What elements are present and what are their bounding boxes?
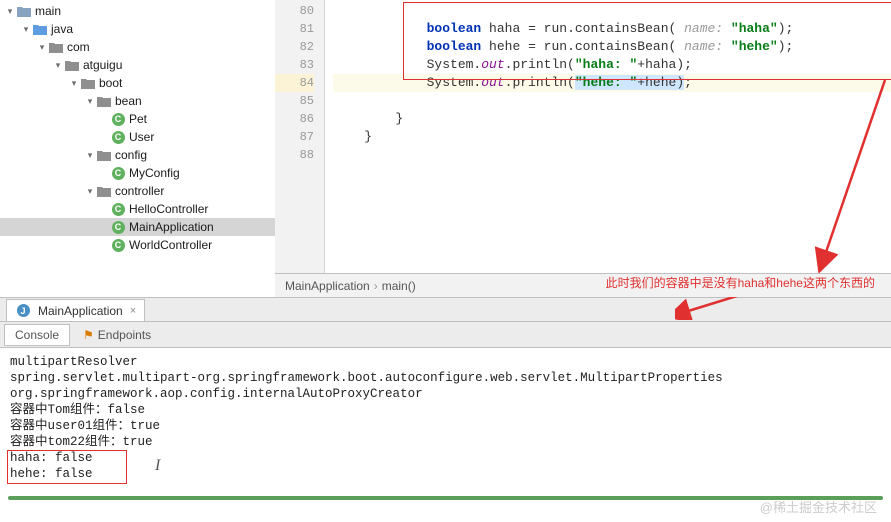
chevron-down-icon: ▾ (36, 42, 48, 53)
folder-icon (64, 58, 80, 72)
tree-atguigu[interactable]: ▾ atguigu (0, 56, 275, 74)
console-line: org.springframework.aop.config.internalA… (10, 386, 881, 402)
tree-label: WorldController (129, 238, 212, 252)
chevron-down-icon: ▾ (20, 24, 32, 35)
console-output[interactable]: multipartResolver spring.servlet.multipa… (0, 348, 891, 493)
class-icon: C (110, 238, 126, 252)
tree-user[interactable]: CUser (0, 128, 275, 146)
tree-label: config (115, 148, 147, 162)
chevron-down-icon: ▾ (4, 6, 16, 17)
tree-controller[interactable]: ▾ controller (0, 182, 275, 200)
line-num: 87 (275, 128, 314, 146)
class-icon: C (110, 166, 126, 180)
breadcrumb[interactable]: MainApplication › main() 此时我们的容器中是没有haha… (275, 273, 891, 297)
class-icon: C (110, 112, 126, 126)
code-line: } (333, 128, 891, 146)
annotation-text: 此时我们的容器中是没有haha和hehe这两个东西的 (606, 274, 875, 291)
tree-label: bean (115, 94, 142, 108)
status-bar (8, 496, 883, 500)
line-num: 81 (275, 20, 314, 38)
tree-label: controller (115, 184, 164, 198)
console-line: hehe: false (10, 466, 881, 482)
folder-icon (80, 76, 96, 90)
code-editor[interactable]: 80 81 82 83 84 85 86 87 88 boolean haha … (275, 0, 891, 297)
tab-mainapplication[interactable]: J MainApplication × (6, 299, 145, 321)
class-icon: J (15, 304, 31, 318)
chevron-down-icon: ▾ (68, 78, 80, 89)
chevron-down-icon: ▾ (84, 186, 96, 197)
tree-com[interactable]: ▾ com (0, 38, 275, 56)
tree-label: Pet (129, 112, 147, 126)
tree-label: MyConfig (129, 166, 180, 180)
folder-icon (96, 94, 112, 108)
chevron-down-icon: ▾ (84, 150, 96, 161)
code-line: } (333, 110, 891, 128)
project-tree[interactable]: ▾main ▾java ▾com ▾atguigu ▾boot ▾bean CP… (0, 0, 275, 297)
watermark: @稀土掘金技术社区 (760, 497, 877, 516)
folder-icon (48, 40, 64, 54)
code-line: System.out.println("haha: "+haha); (333, 56, 891, 74)
class-icon: C (110, 220, 126, 234)
folder-icon (32, 22, 48, 36)
tree-label: com (67, 40, 90, 54)
tab-label: Endpoints (98, 328, 151, 342)
tool-tabs[interactable]: Console ⚑ Endpoints (0, 322, 891, 348)
tree-label: java (51, 22, 73, 36)
console-line: multipartResolver (10, 354, 881, 370)
tree-config[interactable]: ▾ config (0, 146, 275, 164)
console-line: spring.servlet.multipart-org.springframe… (10, 370, 881, 386)
tree-worldctrl[interactable]: CWorldController (0, 236, 275, 254)
tree-java[interactable]: ▾ java (0, 20, 275, 38)
chevron-down-icon: ▾ (84, 96, 96, 107)
code-line: boolean hehe = run.containsBean( name: "… (333, 38, 891, 56)
tab-label: MainApplication (38, 304, 123, 318)
folder-icon (96, 148, 112, 162)
tree-myconfig[interactable]: CMyConfig (0, 164, 275, 182)
tree-helloctrl[interactable]: CHelloController (0, 200, 275, 218)
tree-label: MainApplication (129, 220, 214, 234)
line-num: 85 (275, 92, 314, 110)
chevron-down-icon: ▾ (52, 60, 64, 71)
console-line: 容器中user01组件：true (10, 418, 881, 434)
tree-label: boot (99, 76, 122, 90)
tree-label: atguigu (83, 58, 122, 72)
editor-tabs[interactable]: J MainApplication × (0, 298, 891, 322)
tree-label: main (35, 4, 61, 18)
tree-label: User (129, 130, 154, 144)
line-num: 88 (275, 146, 314, 164)
folder-icon (16, 4, 32, 18)
chevron-right-icon: › (374, 279, 378, 293)
tab-label: Console (15, 328, 59, 342)
tree-mainapp-selected[interactable]: CMainApplication (0, 218, 275, 236)
line-num: 80 (275, 2, 314, 20)
console-line: 容器中tom22组件：true (10, 434, 881, 450)
line-gutter: 80 81 82 83 84 85 86 87 88 (275, 0, 325, 297)
tab-console[interactable]: Console (4, 324, 70, 346)
text-cursor-icon: I (155, 458, 160, 474)
breadcrumb-item[interactable]: MainApplication (285, 279, 370, 293)
tree-main[interactable]: ▾ main (0, 2, 275, 20)
console-line: 容器中Tom组件：false (10, 402, 881, 418)
line-num: 86 (275, 110, 314, 128)
console-line: haha: false (10, 450, 881, 466)
class-icon: C (110, 202, 126, 216)
code-area[interactable]: boolean haha = run.containsBean( name: "… (325, 0, 891, 297)
code-line-current: System.out.println("hehe: "+hehe); (333, 74, 891, 92)
tab-endpoints[interactable]: ⚑ Endpoints (72, 324, 162, 346)
endpoint-icon: ⚑ (83, 328, 94, 342)
code-line: boolean haha = run.containsBean( name: "… (333, 20, 891, 38)
code-line (333, 92, 891, 110)
tree-bean[interactable]: ▾ bean (0, 92, 275, 110)
tree-boot[interactable]: ▾ boot (0, 74, 275, 92)
line-num: 82 (275, 38, 314, 56)
breadcrumb-item[interactable]: main() (382, 279, 416, 293)
folder-icon (96, 184, 112, 198)
tree-pet[interactable]: CPet (0, 110, 275, 128)
line-num: 84 (275, 74, 314, 92)
code-line (333, 2, 891, 20)
class-icon: C (110, 130, 126, 144)
close-icon[interactable]: × (130, 305, 136, 317)
line-num: 83 (275, 56, 314, 74)
tree-label: HelloController (129, 202, 208, 216)
